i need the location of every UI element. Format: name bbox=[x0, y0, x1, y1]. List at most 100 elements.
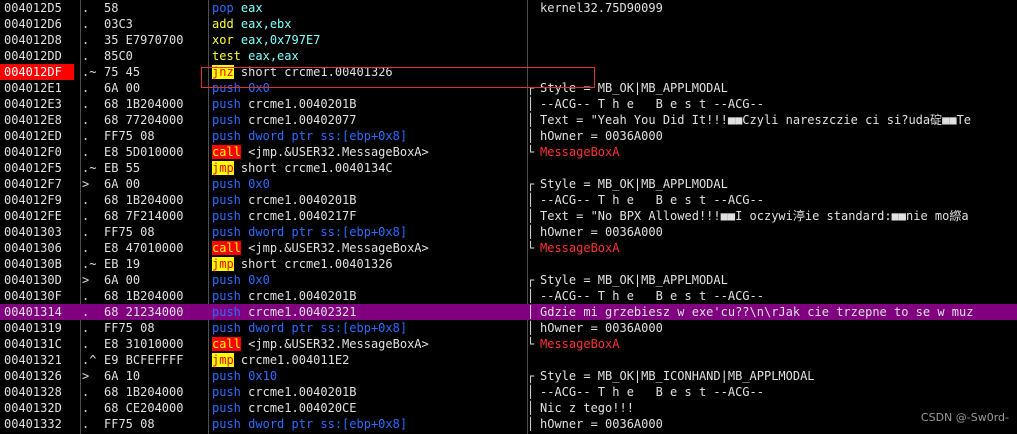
disasm-row[interactable]: 00401319. FF75 08 push dword ptr ss:[ebp+0… bbox=[0, 320, 1017, 336]
hex-bytes-cell[interactable]: FF75 08 bbox=[104, 128, 204, 144]
hex-bytes-cell[interactable]: EB 55 bbox=[104, 160, 204, 176]
address-cell[interactable]: 0040130F bbox=[0, 288, 74, 304]
comment-cell[interactable]: hOwner = 0036A000 bbox=[540, 224, 1017, 240]
instruction-cell[interactable]: push 0x0 bbox=[211, 176, 528, 192]
comment-cell[interactable] bbox=[540, 32, 1017, 48]
disassembly-view[interactable]: 004012D5. 58 pop eax kernel32.75D90099 00401… bbox=[0, 0, 1017, 434]
instruction-cell[interactable]: push dword ptr ss:[ebp+0x8] bbox=[211, 224, 528, 240]
disasm-row[interactable]: 004012ED. FF75 08 push dword ptr ss:[ebp+0… bbox=[0, 128, 1017, 144]
address-cell[interactable]: 004012DD bbox=[0, 48, 74, 64]
comment-cell[interactable]: hOwner = 0036A000 bbox=[540, 320, 1017, 336]
disasm-row[interactable]: 004012DF .~ 75 45 jnz short crcme1.00401326 bbox=[0, 64, 1017, 80]
hex-bytes-cell[interactable]: 68 77204000 bbox=[104, 112, 204, 128]
disasm-row[interactable]: 00401303. FF75 08 push dword ptr ss:[ebp+0… bbox=[0, 224, 1017, 240]
disasm-row[interactable]: 00401306. E8 47010000 call <jmp.&USER32.Me… bbox=[0, 240, 1017, 256]
address-cell[interactable]: 004012D8 bbox=[0, 32, 74, 48]
comment-cell[interactable]: MessageBoxA bbox=[540, 336, 1017, 352]
address-cell[interactable]: 00401306 bbox=[0, 240, 74, 256]
instruction-cell[interactable]: jmp short crcme1.0040134C bbox=[211, 160, 528, 176]
instruction-cell[interactable]: call <jmp.&USER32.MessageBoxA> bbox=[211, 144, 528, 160]
comment-cell[interactable] bbox=[540, 160, 1017, 176]
instruction-cell[interactable]: push crcme1.0040201B bbox=[211, 288, 528, 304]
hex-bytes-cell[interactable]: FF75 08 bbox=[104, 224, 204, 240]
comment-cell[interactable]: Style = MB_OK|MB_APPLMODAL bbox=[540, 80, 1017, 96]
comment-cell[interactable] bbox=[540, 352, 1017, 368]
hex-bytes-cell[interactable]: 58 bbox=[104, 0, 204, 16]
hex-bytes-cell[interactable]: 68 1B204000 bbox=[104, 96, 204, 112]
disasm-row[interactable]: 004012E3. 68 1B204000 push crcme1.0040201B… bbox=[0, 96, 1017, 112]
hex-bytes-cell[interactable]: 68 7F214000 bbox=[104, 208, 204, 224]
disasm-row[interactable]: 004012F0. E8 5D010000 call <jmp.&USER32.Me… bbox=[0, 144, 1017, 160]
disasm-row[interactable]: 00401326 >6A 10 push 0x10 ┌ Style = MB_OK|MB… bbox=[0, 368, 1017, 384]
instruction-cell[interactable]: push dword ptr ss:[ebp+0x8] bbox=[211, 128, 528, 144]
disasm-row[interactable]: 004012D8. 35 E7970700 xor eax,0x797E7 bbox=[0, 32, 1017, 48]
instruction-cell[interactable]: call <jmp.&USER32.MessageBoxA> bbox=[211, 336, 528, 352]
disasm-row[interactable]: 004012F7 >6A 00 push 0x0 ┌ Style = MB_OK|MB_… bbox=[0, 176, 1017, 192]
address-cell[interactable]: 004012ED bbox=[0, 128, 74, 144]
address-cell[interactable]: 0040131C bbox=[0, 336, 74, 352]
instruction-cell[interactable]: add eax,ebx bbox=[211, 16, 528, 32]
comment-cell[interactable]: Text = "Yeah You Did It!!!■■Czyli naresz… bbox=[540, 112, 1017, 128]
disasm-row[interactable]: 0040130B .~ EB 19 jmp short crcme1.00401326 bbox=[0, 256, 1017, 272]
instruction-cell[interactable]: push crcme1.00402077 bbox=[211, 112, 528, 128]
hex-bytes-cell[interactable]: E9 BCFEFFFF bbox=[104, 352, 204, 368]
hex-bytes-cell[interactable]: 35 E7970700 bbox=[104, 32, 204, 48]
hex-bytes-cell[interactable]: 85C0 bbox=[104, 48, 204, 64]
instruction-cell[interactable]: push crcme1.0040201B bbox=[211, 192, 528, 208]
hex-bytes-cell[interactable]: 6A 00 bbox=[104, 176, 204, 192]
comment-cell[interactable]: Text = "No BPX Allowed!!!■■I oczywi渟ie s… bbox=[540, 208, 1017, 224]
instruction-cell[interactable]: push 0x0 bbox=[211, 80, 528, 96]
comment-cell[interactable]: kernel32.75D90099 bbox=[540, 0, 1017, 16]
hex-bytes-cell[interactable]: 75 45 bbox=[104, 64, 204, 80]
address-cell[interactable]: 00401314 bbox=[0, 304, 74, 320]
address-cell[interactable]: 004012DF bbox=[0, 64, 74, 80]
hex-bytes-cell[interactable]: 68 CE204000 bbox=[104, 400, 204, 416]
address-cell[interactable]: 00401321 bbox=[0, 352, 74, 368]
hex-bytes-cell[interactable]: FF75 08 bbox=[104, 416, 204, 432]
disasm-row[interactable]: 00401321 .^ E9 BCFEFFFF jmp crcme1.004011E2 bbox=[0, 352, 1017, 368]
address-cell[interactable]: 004012D5 bbox=[0, 0, 74, 16]
instruction-cell[interactable]: pop eax bbox=[211, 0, 528, 16]
hex-bytes-cell[interactable]: EB 19 bbox=[104, 256, 204, 272]
instruction-cell[interactable]: push dword ptr ss:[ebp+0x8] bbox=[211, 320, 528, 336]
address-cell[interactable]: 00401326 bbox=[0, 368, 74, 384]
disasm-row[interactable]: 004012E1. 6A 00 push 0x0 ┌ Style = MB_OK|MB_… bbox=[0, 80, 1017, 96]
hex-bytes-cell[interactable]: 68 21234000 bbox=[104, 304, 204, 320]
hex-bytes-cell[interactable]: 6A 00 bbox=[104, 272, 204, 288]
address-cell[interactable]: 00401303 bbox=[0, 224, 74, 240]
comment-cell[interactable]: --ACG-- T h e B e s t --ACG-- bbox=[540, 96, 1017, 112]
address-cell[interactable]: 004012FE bbox=[0, 208, 74, 224]
instruction-cell[interactable]: push 0x0 bbox=[211, 272, 528, 288]
comment-cell[interactable]: Style = MB_OK|MB_APPLMODAL bbox=[540, 176, 1017, 192]
disasm-row[interactable]: 004012F9. 68 1B204000 push crcme1.0040201B… bbox=[0, 192, 1017, 208]
address-cell[interactable]: 004012F7 bbox=[0, 176, 74, 192]
address-cell[interactable]: 00401319 bbox=[0, 320, 74, 336]
comment-cell[interactable]: Gdzie mi grzebiesz w exe'cu??\n\rJak cie… bbox=[540, 304, 1017, 320]
comment-cell[interactable]: --ACG-- T h e B e s t --ACG-- bbox=[540, 288, 1017, 304]
disasm-row[interactable]: 00401332. FF75 08 push dword ptr ss:[ebp+0… bbox=[0, 416, 1017, 432]
instruction-cell[interactable]: push crcme1.0040217F bbox=[211, 208, 528, 224]
hex-bytes-cell[interactable]: 68 1B204000 bbox=[104, 384, 204, 400]
disasm-row[interactable]: 0040130F. 68 1B204000 push crcme1.0040201B… bbox=[0, 288, 1017, 304]
disasm-row[interactable]: 004012D5. 58 pop eax kernel32.75D90099 bbox=[0, 0, 1017, 16]
disasm-row[interactable]: 00401314. 68 21234000 push crcme1.00402321… bbox=[0, 304, 1017, 320]
address-cell[interactable]: 004012E8 bbox=[0, 112, 74, 128]
hex-bytes-cell[interactable]: 6A 10 bbox=[104, 368, 204, 384]
hex-bytes-cell[interactable]: 68 1B204000 bbox=[104, 192, 204, 208]
hex-bytes-cell[interactable]: E8 31010000 bbox=[104, 336, 204, 352]
disasm-row[interactable]: 0040130D >6A 00 push 0x0 ┌ Style = MB_OK|MB_… bbox=[0, 272, 1017, 288]
instruction-cell[interactable]: push 0x10 bbox=[211, 368, 528, 384]
disasm-row[interactable]: 00401328. 68 1B204000 push crcme1.0040201B… bbox=[0, 384, 1017, 400]
hex-bytes-cell[interactable]: 68 1B204000 bbox=[104, 288, 204, 304]
hex-bytes-cell[interactable]: 03C3 bbox=[104, 16, 204, 32]
disasm-row[interactable]: 004012FE. 68 7F214000 push crcme1.0040217F… bbox=[0, 208, 1017, 224]
disasm-row[interactable]: 0040131C. E8 31010000 call <jmp.&USER32.Me… bbox=[0, 336, 1017, 352]
comment-cell[interactable]: --ACG-- T h e B e s t --ACG-- bbox=[540, 384, 1017, 400]
instruction-cell[interactable]: jmp crcme1.004011E2 bbox=[211, 352, 528, 368]
comment-cell[interactable] bbox=[540, 64, 1017, 80]
hex-bytes-cell[interactable]: E8 5D010000 bbox=[104, 144, 204, 160]
address-cell[interactable]: 004012E1 bbox=[0, 80, 74, 96]
address-cell[interactable]: 004012F9 bbox=[0, 192, 74, 208]
disasm-row[interactable]: 004012E8. 68 77204000 push crcme1.00402077… bbox=[0, 112, 1017, 128]
instruction-cell[interactable]: test eax,eax bbox=[211, 48, 528, 64]
